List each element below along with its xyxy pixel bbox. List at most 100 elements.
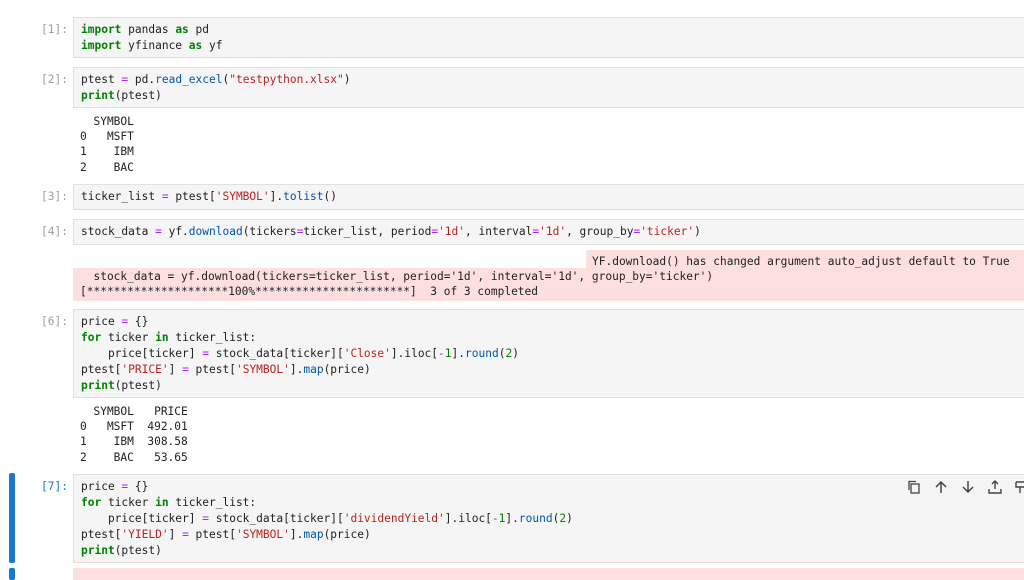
code-token: price[ticker] <box>81 512 203 525</box>
execution-count: [7]: <box>41 480 68 493</box>
warning-gap <box>73 250 586 268</box>
code-token: ]. <box>289 528 304 541</box>
code-token: import <box>81 23 122 36</box>
code-token: '1d' <box>539 225 567 238</box>
code-line: ptest['PRICE'] = ptest['SYMBOL'].map(pri… <box>81 362 1017 378</box>
code-token: - <box>438 347 445 360</box>
code-token: (ptest) <box>114 89 162 102</box>
code-token: (tickers <box>242 225 297 238</box>
code-token: = <box>155 225 162 238</box>
code-token: ptest[ <box>81 363 122 376</box>
warning-message: YF.download() has changed argument auto_… <box>592 255 1010 268</box>
code-token: price <box>81 480 122 493</box>
code-token: in <box>155 496 169 509</box>
execution-count: [6]: <box>41 315 68 328</box>
code-line: for ticker in ticker_list: <box>81 495 1017 511</box>
code-line: print(ptest) <box>81 88 1017 104</box>
duplicate-icon <box>908 480 920 494</box>
stderr-output <box>73 568 1024 580</box>
code-line: print(ptest) <box>81 543 1017 559</box>
code-token: ptest[ <box>81 528 122 541</box>
code-editor[interactable]: price = {} for ticker in ticker_list: pri… <box>73 309 1024 398</box>
code-token: = <box>202 512 209 525</box>
code-line: import pandas as pd <box>81 22 1017 38</box>
code-token: map <box>303 528 324 541</box>
code-token: download <box>188 225 243 238</box>
code-token: pd <box>188 23 210 36</box>
code-token: import <box>81 39 122 52</box>
code-token: (ptest) <box>114 379 162 392</box>
code-editor[interactable]: import pandas as pd import yfinance as yf <box>73 17 1024 58</box>
code-token: ].iloc[ <box>390 347 439 360</box>
stderr-output: YF.download() has changed argument auto_… <box>73 250 1024 301</box>
code-token: ptest[ <box>168 190 216 203</box>
code-line: ticker_list = ptest['SYMBOL'].tolist() <box>81 189 1017 205</box>
code-token: 'YIELD' <box>121 528 169 541</box>
code-token: 'SYMBOL' <box>235 363 290 376</box>
code-token: ) <box>694 225 701 238</box>
duplicate-cell-button[interactable] <box>906 479 924 495</box>
code-token: , group_by <box>566 225 634 238</box>
code-token: ] <box>168 528 183 541</box>
code-token: ticker <box>101 496 156 509</box>
code-token: - <box>491 512 499 525</box>
code-token: yf <box>202 39 223 52</box>
download-progress: [*********************100%**************… <box>80 285 539 298</box>
code-token: (ptest) <box>114 544 162 557</box>
code-line: price = {} <box>81 314 1017 330</box>
code-token: for <box>81 331 102 344</box>
code-editor[interactable]: stock_data = yf.download(tickers=ticker_… <box>73 219 1024 245</box>
code-token: 'SYMBOL' <box>235 528 290 541</box>
code-token: {} <box>128 480 149 493</box>
code-token: 'PRICE' <box>121 363 169 376</box>
active-cell-indicator[interactable] <box>9 473 15 563</box>
code-token: ) <box>566 512 573 525</box>
code-token: stock_data[ticker][ <box>209 347 344 360</box>
move-up-icon <box>935 480 947 493</box>
code-token: round <box>518 512 553 525</box>
code-token: read_excel <box>155 73 223 86</box>
code-token: ticker <box>101 331 156 344</box>
active-output-indicator[interactable] <box>9 568 15 580</box>
code-token: 1 <box>444 347 452 360</box>
code-line: import yfinance as yf <box>81 38 1017 54</box>
code-token: pd. <box>128 73 156 86</box>
code-token: 'Close' <box>343 347 391 360</box>
insert-below-button[interactable] <box>1014 479 1024 495</box>
insert-above-button[interactable] <box>987 479 1005 495</box>
execution-count: [1]: <box>41 23 68 36</box>
move-up-button[interactable] <box>933 479 951 495</box>
code-token: 'ticker' <box>640 225 695 238</box>
cell-output: SYMBOL PRICE 0 MSFT 492.01 1 IBM 308.58 … <box>80 405 188 464</box>
move-down-button[interactable] <box>960 479 978 495</box>
code-token: ptest[ <box>188 528 236 541</box>
code-token: = <box>161 190 169 203</box>
insert-above-icon <box>988 480 1002 494</box>
code-token: ticker_list <box>81 190 162 203</box>
code-line: price = {} <box>81 479 1017 495</box>
code-token: ].iloc[ <box>444 512 492 525</box>
code-token: () <box>323 190 338 203</box>
move-down-icon <box>962 481 974 494</box>
code-token: ticker_list: <box>168 496 257 509</box>
code-token: round <box>465 347 499 360</box>
code-token: for <box>81 496 102 509</box>
code-token: price <box>81 315 122 328</box>
code-token: ]. <box>269 190 284 203</box>
code-token: map <box>303 363 324 376</box>
code-token: yfinance <box>121 39 189 52</box>
code-token: ) <box>512 347 519 360</box>
code-token: (price) <box>323 528 371 541</box>
code-token: ] <box>168 363 183 376</box>
code-token: print <box>81 379 115 392</box>
code-token: ]. <box>451 347 466 360</box>
code-editor[interactable]: ptest = pd.read_excel("testpython.xlsx")… <box>73 67 1024 108</box>
code-token: = <box>202 347 209 360</box>
code-editor[interactable]: price = {} for ticker in ticker_list: pri… <box>73 474 1024 563</box>
code-token: stock_data <box>81 225 156 238</box>
code-token: as <box>175 23 189 36</box>
code-token: ]. <box>289 363 304 376</box>
warning-source-line: stock_data = yf.download(tickers=ticker_… <box>80 270 714 283</box>
code-line: ptest['YIELD'] = ptest['SYMBOL'].map(pri… <box>81 527 1017 543</box>
code-editor[interactable]: ticker_list = ptest['SYMBOL'].tolist() <box>73 184 1024 210</box>
